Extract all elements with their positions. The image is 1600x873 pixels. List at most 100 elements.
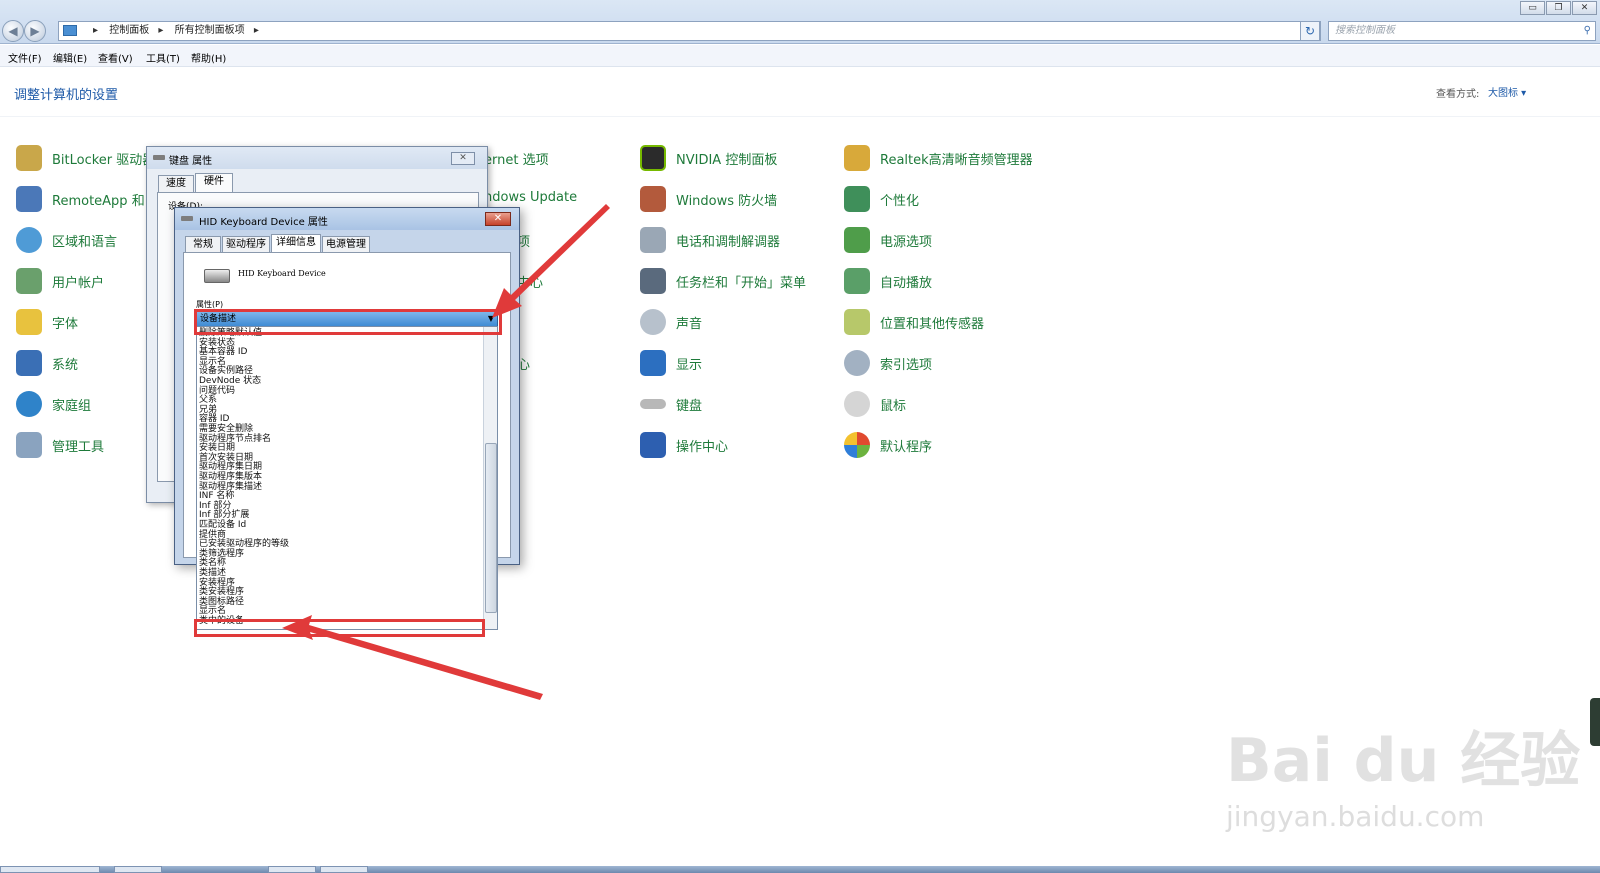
title-address-bar: ▭ ❐ ✕ ◀ ▶ ▸ 控制面板 ▸ 所有控制面板项 ▸ ▼ ↻ 搜索控制面板 … (0, 0, 1600, 44)
minimize-button[interactable]: ▭ (1520, 1, 1545, 15)
realtek-audio-icon (844, 145, 870, 171)
tab-hardware[interactable]: 硬件 (195, 173, 233, 193)
taskbar-item[interactable] (320, 866, 368, 873)
tab-speed[interactable]: 速度 (158, 175, 194, 193)
menu-view[interactable]: 查看(V) (98, 50, 133, 65)
location-sensor-icon (844, 309, 870, 335)
default-programs-icon (844, 432, 870, 458)
page-title: 调整计算机的设置 (14, 88, 119, 103)
divider (0, 116, 1600, 117)
homegroup-icon (16, 391, 42, 417)
admin-tools-icon (16, 432, 42, 458)
monitor-icon (640, 350, 666, 376)
cp-item-label: ernet 选项 (484, 153, 549, 168)
cp-item-label: BitLocker 驱动器 (52, 153, 156, 168)
dialog-title: HID Keyboard Device 属性 (199, 217, 328, 228)
device-name: HID Keyboard Device (238, 269, 326, 278)
search-icon[interactable]: ⚲ (1584, 22, 1591, 40)
menu-tools[interactable]: 工具(T) (146, 50, 180, 65)
back-button[interactable]: ◀ (2, 20, 24, 42)
globe-clock-icon (16, 227, 42, 253)
search-placeholder: 搜索控制面板 (1335, 25, 1395, 36)
breadcrumb-all-items[interactable]: 所有控制面板项 (175, 25, 245, 36)
property-option[interactable]: 需要安全删除 (199, 425, 253, 434)
cp-item-label: 管理工具 (52, 440, 105, 455)
cp-item-label: 任务栏和「开始」菜单 (676, 276, 807, 291)
nvidia-icon (640, 145, 666, 171)
cp-item-label: 鼠标 (880, 399, 907, 414)
search-input[interactable]: 搜索控制面板 ⚲ (1328, 21, 1596, 41)
property-option[interactable]: 类安装程序 (199, 588, 244, 597)
close-button[interactable]: ✕ (1572, 1, 1597, 15)
cp-item-label: 电话和调制解调器 (676, 235, 781, 250)
cp-item-label: Windows 防火墙 (676, 194, 778, 209)
cp-item-label: 用户帐户 (52, 276, 105, 291)
speaker-icon (640, 309, 666, 335)
keyboard-icon (640, 399, 666, 409)
taskbar (0, 866, 1600, 873)
users-icon (16, 268, 42, 294)
property-option[interactable]: 已安装驱动程序的等级 (199, 540, 289, 549)
cp-item-label: 个性化 (880, 194, 920, 209)
taskbar-item[interactable] (268, 866, 316, 873)
mouse-icon (844, 391, 870, 417)
property-option[interactable]: 基本容器 ID (199, 348, 247, 357)
property-option[interactable]: 驱动程序集版本 (199, 473, 262, 482)
property-option[interactable]: 匹配设备 Id (199, 521, 246, 530)
property-option[interactable]: INF 名称 (199, 492, 234, 501)
highlight-property-select (194, 309, 502, 335)
view-mode-label: 查看方式: (1436, 89, 1480, 100)
watermark-url: jingyan.baidu.com (1226, 800, 1485, 833)
start-button[interactable] (0, 866, 100, 873)
dialog-title-bar: 键盘 属性 ✕ (147, 147, 487, 169)
menu-file[interactable]: 文件(F) (8, 50, 42, 65)
close-button[interactable]: ✕ (485, 212, 511, 226)
property-option[interactable]: 类描述 (199, 569, 226, 578)
cp-item-label: 字体 (52, 317, 79, 332)
remoteapp-icon (16, 186, 42, 212)
property-option[interactable]: DevNode 状态 (199, 377, 261, 386)
address-bar[interactable]: ▸ 控制面板 ▸ 所有控制面板项 ▸ ▼ (58, 21, 1321, 41)
chevron-right-icon: ▸ (158, 25, 164, 36)
forward-button[interactable]: ▶ (24, 20, 46, 42)
battery-icon (844, 227, 870, 253)
menu-bar: 文件(F) 编辑(E) 查看(V) 工具(T) 帮助(H) (0, 45, 1600, 67)
chevron-right-icon: ▸ (93, 25, 99, 36)
cp-item-label: 键盘 (676, 399, 703, 414)
bitlocker-icon (16, 145, 42, 171)
cp-item-label: NVIDIA 控制面板 (676, 153, 778, 168)
chevron-right-icon: ▸ (253, 25, 259, 36)
property-dropdown-list[interactable]: 删除策略默认值 安装状态 基本容器 ID 显示名 设备实例路径 DevNode 状态 问题代… (196, 326, 498, 630)
menu-help[interactable]: 帮助(H) (191, 50, 226, 65)
cp-item-label: 默认程序 (880, 440, 933, 455)
flag-icon (640, 432, 666, 458)
taskbar-item[interactable] (114, 866, 162, 873)
cp-item-label: RemoteApp 和 (52, 194, 145, 209)
cp-item-label: 声音 (676, 317, 703, 332)
keyboard-icon (153, 155, 165, 160)
cp-item-label: 位置和其他传感器 (880, 317, 985, 332)
view-mode-dropdown[interactable]: 大图标 ▾ (1488, 84, 1526, 99)
autoplay-icon (844, 268, 870, 294)
cp-item-label: 索引选项 (880, 358, 933, 373)
keyboard-icon (181, 216, 193, 221)
cp-item-label: 系统 (52, 358, 79, 373)
close-button[interactable]: ✕ (451, 152, 475, 165)
highlight-selected-option (194, 619, 485, 637)
property-option[interactable]: 父系 (199, 396, 217, 405)
control-panel-icon (63, 25, 77, 36)
scrollbar-thumb[interactable] (485, 443, 497, 613)
breadcrumb-control-panel[interactable]: 控制面板 (109, 25, 149, 36)
maximize-button[interactable]: ❐ (1546, 1, 1571, 15)
cp-item-label: 电源选项 (880, 235, 933, 250)
cp-item-label: 区域和语言 (52, 235, 118, 250)
menu-edit[interactable]: 编辑(E) (53, 50, 87, 65)
cp-item-label: 家庭组 (52, 399, 92, 414)
refresh-button[interactable]: ↻ (1300, 21, 1320, 41)
cp-item-label: 显示 (676, 358, 703, 373)
firewall-icon (640, 186, 666, 212)
scrollbar[interactable] (483, 327, 497, 629)
tab-details[interactable]: 详细信息 (271, 234, 321, 254)
property-option[interactable]: 安装日期 (199, 444, 235, 453)
cp-item-label: 操作中心 (676, 440, 729, 455)
